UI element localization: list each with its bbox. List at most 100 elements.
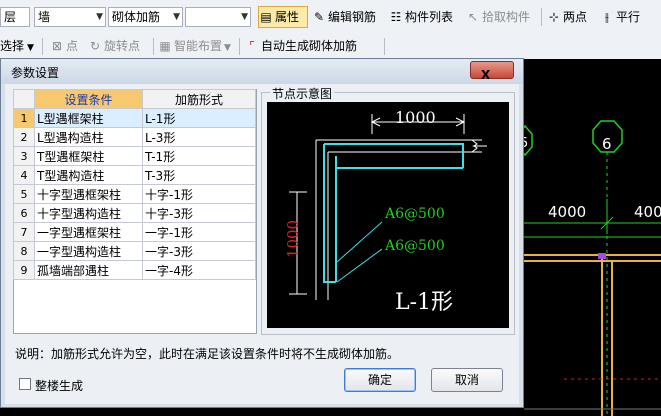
condition-cell[interactable]: T型遇框架柱 — [34, 146, 143, 166]
settings-grid: 设置条件 加筋形式 1 L型遇框架柱 L-1形 2 L型遇构造柱 L-3形 3 … — [13, 89, 256, 280]
preview-label: 节点示意图 — [270, 85, 335, 102]
chevron-down-icon: ▼ — [27, 43, 34, 53]
condition-cell[interactable]: 孤墙端部遇柱 — [34, 260, 143, 280]
pick-arrow-icon: ↖ — [467, 10, 479, 24]
component-type-select[interactable]: 墙 ▼ — [34, 7, 106, 27]
dialog-titlebar[interactable]: 参数设置 X — [1, 59, 523, 84]
parameter-settings-dialog: 参数设置 X 设置条件 加筋形式 1 L型遇框架柱 L-1形 2 L型遇构造柱 … — [0, 58, 524, 408]
whole-building-checkbox[interactable] — [19, 378, 31, 390]
row-number: 6 — [13, 203, 35, 223]
whole-building-label[interactable]: 整楼生成 — [35, 377, 83, 394]
form-cell[interactable]: T-3形 — [142, 165, 256, 185]
shape-label: L-1形 — [395, 290, 454, 315]
form-cell[interactable]: T-1形 — [142, 146, 256, 166]
toolbar-divider — [153, 38, 154, 55]
condition-cell[interactable]: 一字型遇框架柱 — [34, 222, 143, 242]
smart-layout-icon: ▦ — [159, 39, 171, 53]
dimension-text-vertical: 1000 — [284, 219, 303, 259]
row-number: 8 — [13, 241, 35, 261]
condition-cell[interactable]: 一字型遇构造柱 — [34, 241, 143, 261]
toolbar-divider — [541, 8, 542, 26]
dimension-text: 1000 — [395, 108, 436, 127]
ok-button-label: 确定 — [367, 373, 392, 387]
condition-cell[interactable]: L型遇构造柱 — [34, 127, 143, 147]
table-row[interactable]: 8 一字型遇构造柱 一字-3形 — [13, 241, 256, 261]
corner-cell — [13, 89, 35, 109]
table-row[interactable]: 6 十字型遇构造柱 十字-3形 — [13, 203, 256, 223]
parallel-icon: ⫲ — [605, 10, 609, 24]
chevron-down-icon: ▼ — [173, 12, 180, 22]
cancel-button[interactable]: 取消 — [431, 368, 503, 392]
axis-label: 6 — [602, 135, 612, 153]
column-header-condition[interactable]: 设置条件 — [34, 89, 143, 109]
row-number: 7 — [13, 222, 35, 242]
row-number: 9 — [13, 260, 35, 280]
table-row[interactable]: 1 L型遇框架柱 L-1形 — [13, 108, 256, 128]
rebar-spec-label: A6@500 — [385, 206, 445, 222]
form-cell[interactable]: 一字-3形 — [142, 241, 256, 261]
form-cell[interactable]: 一字-1形 — [142, 222, 256, 242]
table-row[interactable]: 9 孤墙端部遇柱 一字-4形 — [13, 260, 256, 280]
component-list-button[interactable]: ☷ 构件列表 — [389, 6, 453, 28]
wall-lines — [524, 254, 661, 416]
node-preview: 1000 1000 A6@500 A6@500 L-1形 — [267, 102, 509, 328]
table-row[interactable]: 4 T型遇构造柱 T-3形 — [13, 165, 256, 185]
empty-select[interactable]: ▼ — [185, 7, 251, 27]
smart-layout-button[interactable]: ▦ 智能布置 ▼ — [158, 35, 231, 57]
toolbar-divider — [384, 38, 385, 55]
condition-cell[interactable]: T型遇构造柱 — [34, 165, 143, 185]
axis-bubble — [592, 120, 623, 416]
condition-cell[interactable]: L型遇框架柱 — [34, 108, 143, 128]
pencil-icon: ✎ — [313, 10, 325, 24]
edit-rebar-button[interactable]: ✎ 编辑钢筋 — [312, 6, 376, 28]
row-number: 3 — [13, 146, 35, 166]
row-number: 1 — [13, 108, 35, 128]
two-points-button[interactable]: ⊹ 两点 — [547, 6, 587, 28]
column-header-form[interactable]: 加筋形式 — [142, 89, 256, 109]
secondary-toolbar: 选择 ▼ ⊠ 点 ↻ 旋转点 ▦ 智能布置 ▼ ⌜ 自动生成砌体加筋 — [0, 34, 661, 60]
close-button[interactable]: X — [470, 61, 514, 82]
toolbar-divider — [239, 38, 240, 55]
row-number: 5 — [13, 184, 35, 204]
chevron-down-icon: ▼ — [96, 12, 103, 22]
list-icon: ☷ — [390, 10, 402, 24]
form-cell[interactable]: L-3形 — [142, 127, 256, 147]
form-cell[interactable]: 一字-4形 — [142, 260, 256, 280]
point-button[interactable]: ⊠ 点 — [50, 35, 78, 57]
dimension-label: 4000 — [548, 203, 587, 221]
form-cell[interactable]: L-1形 — [142, 108, 256, 128]
form-cell[interactable]: 十字-1形 — [142, 184, 256, 204]
condition-cell[interactable]: 十字型遇框架柱 — [34, 184, 143, 204]
leader-lines — [336, 221, 383, 283]
row-number: 4 — [13, 165, 35, 185]
rotate-icon: ↻ — [89, 39, 101, 53]
pick-component-button[interactable]: ↖ 拾取构件 — [466, 6, 530, 28]
column-marker — [598, 253, 606, 259]
table-row[interactable]: 7 一字型遇框架柱 一字-1形 — [13, 222, 256, 242]
two-points-icon: ⊹ — [548, 10, 560, 24]
form-cell[interactable]: 十字-3形 — [142, 203, 256, 223]
condition-cell[interactable]: 十字型遇构造柱 — [34, 203, 143, 223]
select-button[interactable]: 选择 ▼ — [0, 35, 34, 57]
rebar-bracket-icon: ⌜ — [249, 39, 255, 53]
component-name-select[interactable]: 砌体加筋 ▼ — [108, 7, 183, 27]
floor-select[interactable]: 层 — [0, 7, 30, 27]
table-row[interactable]: 3 T型遇框架柱 T-1形 — [13, 146, 256, 166]
table-row[interactable]: 5 十字型遇框架柱 十字-1形 — [13, 184, 256, 204]
chevron-down-icon: ▼ — [224, 43, 231, 53]
table-row[interactable]: 2 L型遇构造柱 L-3形 — [13, 127, 256, 147]
point-icon: ⊠ — [51, 39, 63, 53]
dialog-title: 参数设置 — [11, 66, 60, 80]
parallel-button[interactable]: ⫲ 平行 — [600, 6, 640, 28]
row-number: 2 — [13, 127, 35, 147]
rebar-spec-label: A6@500 — [385, 238, 445, 254]
toolbar-divider — [42, 38, 43, 55]
rotate-point-button[interactable]: ↻ 旋转点 — [88, 35, 140, 57]
ok-button[interactable]: 确定 — [344, 368, 416, 392]
properties-button[interactable]: ▤ 属性 — [258, 6, 308, 28]
auto-generate-button[interactable]: ⌜ 自动生成砌体加筋 — [245, 35, 357, 57]
properties-icon: ▤ — [260, 10, 272, 24]
cancel-button-label: 取消 — [454, 373, 479, 387]
dimension-label: 400 — [634, 203, 661, 221]
main-toolbar: 层 墙 ▼ 砌体加筋 ▼ ▼ ▤ 属性 ✎ 编辑钢筋 ☷ 构件列表 ↖ 拾取构件 ⊹ 两点 ⫲… — [0, 0, 661, 35]
